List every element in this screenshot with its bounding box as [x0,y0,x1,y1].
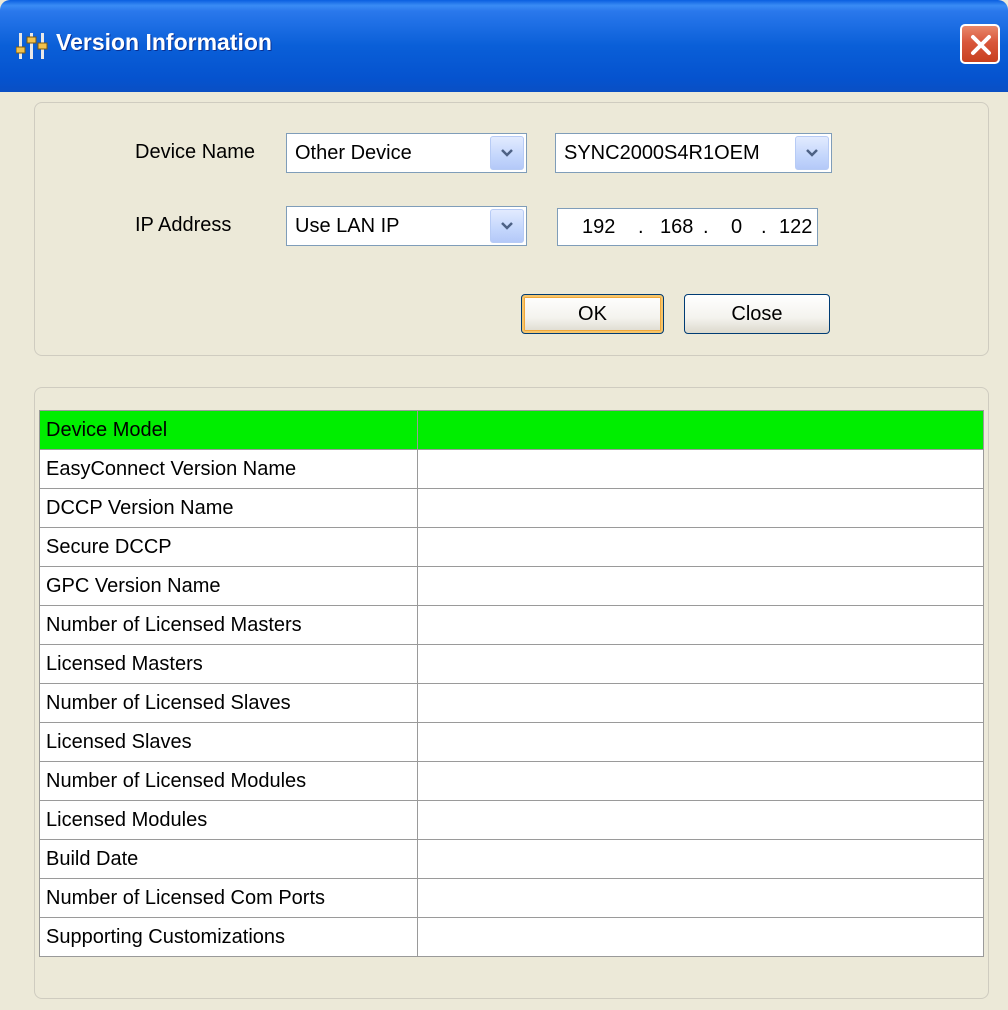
ip-address-input[interactable]: 192 . 168 . 0 . 122 [557,208,818,246]
table-row[interactable]: GPC Version Name [39,566,984,606]
table-row[interactable]: Number of Licensed Slaves [39,683,984,723]
table-row[interactable]: Number of Licensed Modules [39,761,984,801]
row-key: Supporting Customizations [39,917,418,957]
ip-dot: . [703,216,709,238]
row-key: Number of Licensed Modules [39,761,418,801]
table-row[interactable]: Build Date [39,839,984,879]
ip-octet-4[interactable]: 122 [779,216,812,239]
row-key: Number of Licensed Com Ports [39,878,418,918]
row-key: Number of Licensed Masters [39,605,418,645]
row-key: DCCP Version Name [39,488,418,528]
version-information-window: Version Information Device Name Other De… [0,0,1008,1010]
table-row[interactable]: DCCP Version Name [39,488,984,528]
ip-octet-3[interactable]: 0 [731,216,742,239]
version-info-table: Device Model EasyConnect Version Name DC… [39,410,984,957]
window-title: Version Information [56,29,272,55]
row-value [417,449,984,489]
row-value [417,566,984,606]
window-close-button[interactable] [960,24,1000,64]
table-row[interactable]: Licensed Modules [39,800,984,840]
table-row[interactable]: Supporting Customizations [39,917,984,957]
row-key: Number of Licensed Slaves [39,683,418,723]
table-row[interactable]: Licensed Slaves [39,722,984,762]
table-row[interactable]: Number of Licensed Com Ports [39,878,984,918]
ip-dot: . [761,216,767,238]
close-button[interactable]: Close [684,294,830,334]
table-row[interactable]: EasyConnect Version Name [39,449,984,489]
ip-octet-1[interactable]: 192 [582,216,615,239]
ip-octet-2[interactable]: 168 [660,216,693,239]
row-key: EasyConnect Version Name [39,449,418,489]
row-key: Build Date [39,839,418,879]
table-row[interactable]: Licensed Masters [39,644,984,684]
row-value [417,800,984,840]
row-value [417,410,984,450]
title-bar[interactable]: Version Information [0,0,1008,92]
ip-mode-dropdown[interactable]: Use LAN IP [286,206,527,246]
row-value [417,722,984,762]
row-value [417,527,984,567]
row-key: Secure DCCP [39,527,418,567]
chevron-down-icon[interactable] [795,136,829,170]
row-value [417,878,984,918]
ok-button[interactable]: OK [521,294,664,334]
table-row[interactable]: Number of Licensed Masters [39,605,984,645]
device-name-label: Device Name [135,141,256,163]
ip-dot: . [638,216,644,238]
chevron-down-icon[interactable] [490,209,524,243]
chevron-down-icon[interactable] [490,136,524,170]
row-key: GPC Version Name [39,566,418,606]
row-value [417,917,984,957]
row-value [417,605,984,645]
row-value [417,683,984,723]
device-type-value: Other Device [295,142,412,164]
table-row[interactable]: Device Model [39,410,984,450]
device-model-dropdown[interactable]: SYNC2000S4R1OEM [555,133,832,173]
device-model-value: SYNC2000S4R1OEM [564,142,760,164]
row-key: Licensed Slaves [39,722,418,762]
row-value [417,644,984,684]
row-value [417,761,984,801]
sliders-icon [15,30,48,62]
ip-address-label: IP Address [135,214,232,236]
row-key: Licensed Masters [39,644,418,684]
close-icon [971,35,991,55]
row-key: Licensed Modules [39,800,418,840]
row-value [417,839,984,879]
table-row[interactable]: Secure DCCP [39,527,984,567]
row-key: Device Model [39,410,418,450]
device-type-dropdown[interactable]: Other Device [286,133,527,173]
ip-mode-value: Use LAN IP [295,215,400,237]
row-value [417,488,984,528]
